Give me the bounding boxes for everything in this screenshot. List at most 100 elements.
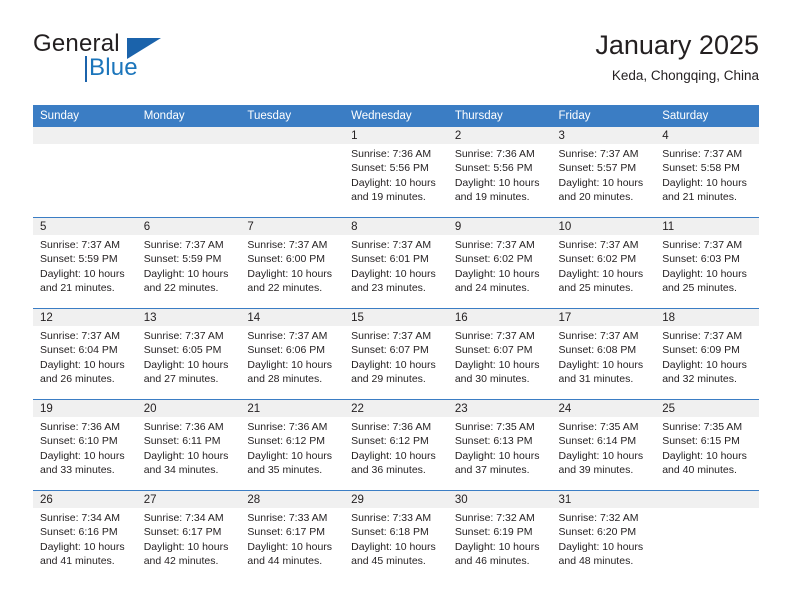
day-details: Sunrise: 7:36 AM Sunset: 6:10 PM Daylight:… xyxy=(33,417,137,478)
day-cell[interactable]: 14 Sunrise: 7:37 AM Sunset: 6:06 PM Dayligh… xyxy=(240,308,345,400)
day-cell[interactable]: 16 Sunrise: 7:37 AM Sunset: 6:07 PM Dayligh… xyxy=(447,308,552,400)
day-cell[interactable]: 4 Sunrise: 7:37 AM Sunset: 5:58 PM Daylight… xyxy=(655,127,759,218)
daylight-text: Daylight: 10 hours and 22 minutes. xyxy=(247,267,333,295)
day-cell[interactable]: 6 Sunrise: 7:37 AM Sunset: 5:59 PM Daylight… xyxy=(136,217,241,309)
sunrise-text: Sunrise: 7:37 AM xyxy=(662,239,743,251)
day-cell[interactable]: 28 Sunrise: 7:33 AM Sunset: 6:17 PM Dayligh… xyxy=(240,490,345,581)
daylight-text: Daylight: 10 hours and 25 minutes. xyxy=(558,267,644,295)
day-cell[interactable]: 1 Sunrise: 7:36 AM Sunset: 5:56 PM Daylight… xyxy=(344,127,448,218)
day-number xyxy=(33,127,137,144)
day-details: Sunrise: 7:37 AM Sunset: 6:04 PM Daylight:… xyxy=(33,326,137,387)
sunset-text: Sunset: 6:13 PM xyxy=(454,435,533,448)
sunrise-text: Sunrise: 7:35 AM xyxy=(662,421,743,433)
daylight-text: Daylight: 10 hours and 42 minutes. xyxy=(143,540,229,568)
day-number: 27 xyxy=(136,491,241,508)
weekday-header-monday: Monday xyxy=(136,105,241,127)
day-cell[interactable]: 19 Sunrise: 7:36 AM Sunset: 6:10 PM Dayligh… xyxy=(33,399,137,491)
sunset-text: Sunset: 5:56 PM xyxy=(454,162,533,175)
sunset-text: Sunset: 6:05 PM xyxy=(143,344,222,357)
day-cell[interactable]: 22 Sunrise: 7:36 AM Sunset: 6:12 PM Dayligh… xyxy=(344,399,448,491)
daylight-text: Daylight: 10 hours and 19 minutes. xyxy=(351,176,436,204)
day-cell[interactable]: 26 Sunrise: 7:34 AM Sunset: 6:16 PM Dayligh… xyxy=(33,490,137,581)
day-cell-empty xyxy=(240,127,345,218)
day-number: 13 xyxy=(136,309,241,326)
weekday-header-tuesday: Tuesday xyxy=(240,105,345,127)
daylight-text: Daylight: 10 hours and 20 minutes. xyxy=(558,176,644,204)
day-number: 5 xyxy=(33,218,137,235)
sunset-text: Sunset: 6:17 PM xyxy=(247,526,326,539)
calendar-week-row: 5 Sunrise: 7:37 AM Sunset: 5:59 PM Daylight… xyxy=(33,217,759,309)
daylight-text: Daylight: 10 hours and 27 minutes. xyxy=(143,358,229,386)
day-cell[interactable]: 13 Sunrise: 7:37 AM Sunset: 6:05 PM Dayligh… xyxy=(136,308,241,400)
sunset-text: Sunset: 6:08 PM xyxy=(558,344,637,357)
calendar-header-row: Sunday Monday Tuesday Wednesday Thursday… xyxy=(33,105,759,127)
day-cell[interactable]: 30 Sunrise: 7:32 AM Sunset: 6:19 PM Dayligh… xyxy=(447,490,552,581)
calendar-week-row: 1 Sunrise: 7:36 AM Sunset: 5:56 PM Daylight… xyxy=(33,127,759,218)
day-details: Sunrise: 7:36 AM Sunset: 6:12 PM Daylight:… xyxy=(344,417,448,478)
day-cell[interactable]: 20 Sunrise: 7:36 AM Sunset: 6:11 PM Dayligh… xyxy=(136,399,241,491)
sunset-text: Sunset: 6:17 PM xyxy=(143,526,222,539)
daylight-text: Daylight: 10 hours and 33 minutes. xyxy=(40,449,125,477)
day-cell[interactable]: 10 Sunrise: 7:37 AM Sunset: 6:02 PM Dayligh… xyxy=(551,217,656,309)
day-cell[interactable]: 24 Sunrise: 7:35 AM Sunset: 6:14 PM Dayligh… xyxy=(551,399,656,491)
sunrise-text: Sunrise: 7:37 AM xyxy=(247,330,328,342)
day-details: Sunrise: 7:37 AM Sunset: 6:07 PM Daylight:… xyxy=(448,326,552,387)
day-cell[interactable]: 2 Sunrise: 7:36 AM Sunset: 5:56 PM Daylight… xyxy=(447,127,552,218)
day-number xyxy=(136,127,241,144)
daylight-text: Daylight: 10 hours and 28 minutes. xyxy=(247,358,333,386)
day-details: Sunrise: 7:35 AM Sunset: 6:13 PM Daylight:… xyxy=(448,417,552,478)
daylight-text: Daylight: 10 hours and 46 minutes. xyxy=(454,540,540,568)
daylight-text: Daylight: 10 hours and 36 minutes. xyxy=(351,449,436,477)
day-cell[interactable]: 5 Sunrise: 7:37 AM Sunset: 5:59 PM Daylight… xyxy=(33,217,137,309)
day-cell[interactable]: 27 Sunrise: 7:34 AM Sunset: 6:17 PM Dayligh… xyxy=(136,490,241,581)
day-cell[interactable]: 31 Sunrise: 7:32 AM Sunset: 6:20 PM Dayligh… xyxy=(551,490,656,581)
sunrise-text: Sunrise: 7:37 AM xyxy=(454,239,535,251)
day-cell[interactable]: 7 Sunrise: 7:37 AM Sunset: 6:00 PM Daylight… xyxy=(240,217,345,309)
day-details: Sunrise: 7:36 AM Sunset: 6:11 PM Daylight:… xyxy=(137,417,241,478)
sunset-text: Sunset: 6:10 PM xyxy=(40,435,118,448)
day-cell[interactable]: 25 Sunrise: 7:35 AM Sunset: 6:15 PM Dayligh… xyxy=(655,399,759,491)
sunset-text: Sunset: 6:01 PM xyxy=(351,253,429,266)
sunrise-text: Sunrise: 7:37 AM xyxy=(558,239,639,251)
day-details: Sunrise: 7:36 AM Sunset: 5:56 PM Daylight:… xyxy=(344,144,448,205)
day-number: 7 xyxy=(240,218,345,235)
day-number: 24 xyxy=(551,400,656,417)
daylight-text: Daylight: 10 hours and 19 minutes. xyxy=(454,176,540,204)
day-cell[interactable]: 11 Sunrise: 7:37 AM Sunset: 6:03 PM Dayligh… xyxy=(655,217,759,309)
sunset-text: Sunset: 6:06 PM xyxy=(247,344,326,357)
day-cell[interactable]: 18 Sunrise: 7:37 AM Sunset: 6:09 PM Dayligh… xyxy=(655,308,759,400)
day-cell[interactable]: 21 Sunrise: 7:36 AM Sunset: 6:12 PM Dayligh… xyxy=(240,399,345,491)
weekday-header-thursday: Thursday xyxy=(447,105,552,127)
day-details: Sunrise: 7:37 AM Sunset: 5:58 PM Daylight:… xyxy=(655,144,759,205)
day-number xyxy=(655,491,759,508)
sunrise-text: Sunrise: 7:37 AM xyxy=(40,239,120,251)
sunset-text: Sunset: 6:07 PM xyxy=(454,344,533,357)
day-cell[interactable]: 17 Sunrise: 7:37 AM Sunset: 6:08 PM Dayligh… xyxy=(551,308,656,400)
weekday-header-saturday: Saturday xyxy=(655,105,759,127)
sunset-text: Sunset: 6:19 PM xyxy=(454,526,533,539)
day-cell[interactable]: 9 Sunrise: 7:37 AM Sunset: 6:02 PM Daylight… xyxy=(447,217,552,309)
daylight-text: Daylight: 10 hours and 26 minutes. xyxy=(40,358,125,386)
day-cell[interactable]: 29 Sunrise: 7:33 AM Sunset: 6:18 PM Dayligh… xyxy=(344,490,448,581)
day-cell[interactable]: 3 Sunrise: 7:37 AM Sunset: 5:57 PM Daylight… xyxy=(551,127,656,218)
sunrise-text: Sunrise: 7:37 AM xyxy=(247,239,328,251)
day-number: 8 xyxy=(344,218,448,235)
daylight-text: Daylight: 10 hours and 35 minutes. xyxy=(247,449,333,477)
day-number: 26 xyxy=(33,491,137,508)
day-cell[interactable]: 12 Sunrise: 7:37 AM Sunset: 6:04 PM Dayligh… xyxy=(33,308,137,400)
day-cell-empty xyxy=(136,127,241,218)
day-details: Sunrise: 7:36 AM Sunset: 6:12 PM Daylight:… xyxy=(240,417,344,478)
sunset-text: Sunset: 5:59 PM xyxy=(40,253,118,266)
day-cell[interactable]: 23 Sunrise: 7:35 AM Sunset: 6:13 PM Dayligh… xyxy=(447,399,552,491)
sunrise-text: Sunrise: 7:36 AM xyxy=(247,421,328,433)
title-block: January 2025 Keda, Chongqing, China xyxy=(595,28,759,86)
day-number: 11 xyxy=(655,218,759,235)
sunrise-text: Sunrise: 7:32 AM xyxy=(454,512,535,524)
day-cell[interactable]: 15 Sunrise: 7:37 AM Sunset: 6:07 PM Dayligh… xyxy=(344,308,448,400)
day-number: 19 xyxy=(33,400,137,417)
general-blue-logo[interactable]: General Blue xyxy=(33,30,253,88)
calendar-grid: Sunday Monday Tuesday Wednesday Thursday… xyxy=(33,105,759,581)
day-cell[interactable]: 8 Sunrise: 7:37 AM Sunset: 6:01 PM Daylight… xyxy=(344,217,448,309)
calendar-body: 1 Sunrise: 7:36 AM Sunset: 5:56 PM Daylight… xyxy=(33,127,759,581)
sunset-text: Sunset: 6:15 PM xyxy=(662,435,740,448)
